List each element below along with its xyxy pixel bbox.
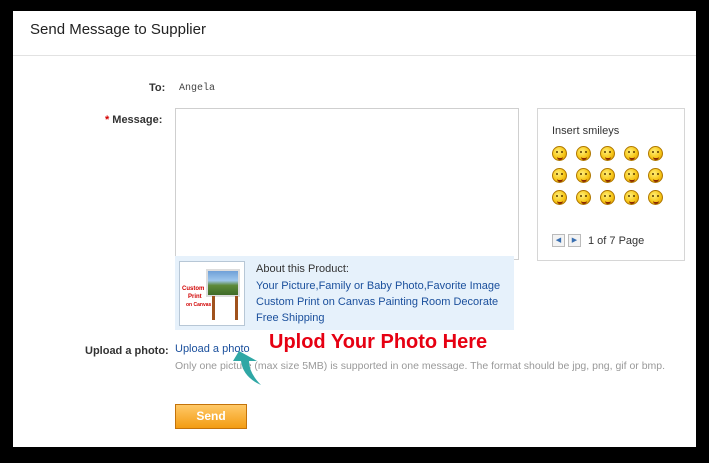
about-product-label: About this Product: [256, 263, 349, 275]
smiley-cool-icon[interactable] [624, 168, 639, 183]
thumb-text-3: on Canvas [186, 302, 212, 308]
smiley-shy-icon[interactable] [552, 190, 567, 205]
message-label-text: Message: [112, 114, 163, 126]
smiley-sleepy-icon[interactable] [648, 168, 663, 183]
product-info: Custom Print on Canvas About this Produc… [175, 256, 514, 330]
product-line-3[interactable]: Free Shipping [256, 312, 325, 324]
page-title: Send Message to Supplier [30, 21, 206, 38]
smiley-laugh-icon[interactable] [576, 146, 591, 161]
upload-photo-label: Upload a photo: [85, 345, 169, 357]
smileys-pager: ◀ ▶ 1 of 7 Page [552, 234, 644, 247]
send-message-panel: Send Message to Supplier To: Angela * Mes… [13, 11, 696, 447]
smiley-wink-icon[interactable] [600, 146, 615, 161]
title-divider [13, 55, 696, 56]
smiley-angry-icon[interactable] [552, 168, 567, 183]
smiley-sweat-icon[interactable] [600, 168, 615, 183]
smiley-grin-icon[interactable] [624, 146, 639, 161]
smiley-tongue-icon[interactable] [576, 168, 591, 183]
smiley-love-icon[interactable] [648, 190, 663, 205]
message-label: * Message: [105, 114, 162, 126]
smiley-smile-icon[interactable] [552, 146, 567, 161]
smiley-blush-icon[interactable] [576, 190, 591, 205]
thumb-text-2: Print [188, 294, 202, 300]
product-line-1[interactable]: Your Picture,Family or Baby Photo,Favori… [256, 280, 500, 292]
next-page-icon[interactable]: ▶ [568, 234, 581, 247]
smiley-confused-icon[interactable] [624, 190, 639, 205]
prev-page-icon[interactable]: ◀ [552, 234, 565, 247]
recipient-name: Angela [179, 83, 216, 94]
easel-icon [212, 296, 238, 320]
smiley-big-grin-icon[interactable] [600, 190, 615, 205]
canvas-picture-icon [206, 269, 240, 297]
message-textarea[interactable] [175, 108, 519, 260]
send-button[interactable]: Send [175, 404, 247, 429]
upload-hint-overlay: Uplod Your Photo Here [269, 331, 488, 353]
to-label: To: [149, 82, 166, 94]
product-line-2[interactable]: Custom Print on Canvas Painting Room Dec… [256, 296, 498, 308]
thumb-text-1: Custom [182, 286, 205, 292]
page-indicator: 1 of 7 Page [588, 234, 645, 247]
smileys-title: Insert smileys [552, 125, 620, 137]
required-mark: * [105, 114, 110, 126]
product-thumbnail[interactable]: Custom Print on Canvas [179, 261, 245, 326]
smiley-cry-icon[interactable] [648, 146, 663, 161]
smileys-panel: Insert smileys ◀ ▶ 1 of 7 Page [537, 108, 685, 261]
